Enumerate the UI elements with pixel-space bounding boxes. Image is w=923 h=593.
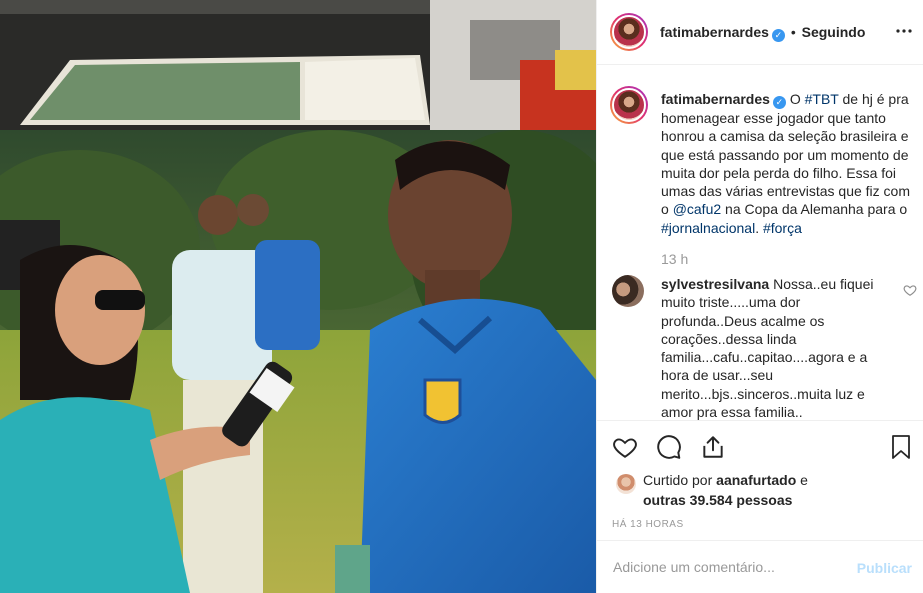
commenter-avatar[interactable] [612, 275, 644, 307]
likes-prefix: Curtido por [643, 472, 717, 488]
header-info: fatimabernardes ✓ • Seguindo [660, 24, 865, 42]
likes-suffix: e [796, 472, 808, 488]
post-side-panel: fatimabernardes ✓ • Seguindo fatimabernar… [596, 0, 923, 593]
heart-icon[interactable] [612, 434, 638, 460]
author-username[interactable]: fatimabernardes [660, 24, 769, 40]
caption-text: . [755, 219, 763, 236]
comment-input[interactable] [613, 559, 833, 575]
comment-item: sylvestresilvana Nossa..eu fiquei muito … [661, 275, 899, 421]
hashtag-link[interactable]: #força [763, 220, 802, 236]
caption-avatar[interactable] [610, 86, 648, 124]
comment-like-heart-icon[interactable] [903, 283, 917, 297]
verified-badge-icon: ✓ [771, 29, 785, 42]
post-photo[interactable] [0, 0, 596, 593]
publish-button[interactable]: Publicar [857, 560, 912, 576]
liker-username[interactable]: aanafurtado [716, 472, 796, 488]
liker-avatar[interactable] [616, 474, 636, 494]
post-header: fatimabernardes ✓ • Seguindo [597, 0, 923, 65]
caption-text: de hj é pra homenagear esse jogador que … [661, 91, 910, 218]
caption-text: na Copa da Alemanha para o [721, 201, 908, 218]
follow-button[interactable]: Seguindo [802, 24, 866, 40]
add-comment-bar: Publicar [597, 540, 923, 593]
caption-username[interactable]: fatimabernardes [661, 91, 770, 107]
ellipsis-icon[interactable] [895, 22, 913, 40]
post-caption: fatimabernardes ✓ O #TBT de hj é pra home… [661, 90, 919, 237]
caption-timestamp[interactable]: 13 h [661, 251, 688, 267]
share-icon[interactable] [700, 434, 726, 460]
bookmark-icon[interactable] [889, 434, 913, 460]
commenter-username[interactable]: sylvestresilvana [661, 276, 769, 292]
caption-text: O [785, 91, 805, 107]
comment-text: Nossa..eu fiquei muito triste.....uma do… [661, 276, 874, 421]
author-avatar[interactable] [610, 13, 648, 51]
verified-badge-icon: ✓ [772, 96, 786, 109]
likes-others-link[interactable]: outras 39.584 pessoas [643, 490, 808, 510]
photo-illustration [0, 0, 596, 593]
hashtag-link[interactable]: #TBT [805, 91, 839, 107]
mention-link[interactable]: @cafu2 [673, 201, 721, 217]
follow-separator: • [790, 24, 796, 40]
comment-icon[interactable] [656, 434, 682, 460]
hashtag-link[interactable]: #jornalnacional [661, 220, 755, 236]
post-timestamp[interactable]: HÁ 13 HORAS [612, 519, 684, 530]
likes-summary: Curtido por aanafurtado e outras 39.584 … [643, 470, 808, 510]
